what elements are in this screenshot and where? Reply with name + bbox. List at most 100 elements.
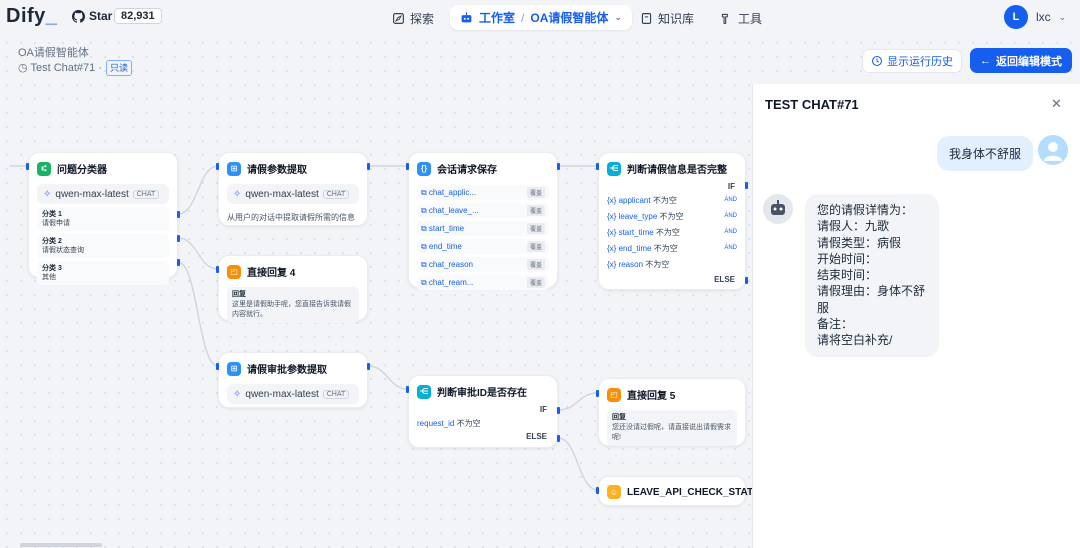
classifier-icon: ⑆ (37, 161, 51, 176)
node-direct-reply-4[interactable]: ◰ 直接回复 4 回复 这里是请假助手呢，您直接告诉我请假内容就行。 (218, 255, 368, 323)
node-input-port[interactable] (216, 266, 219, 273)
node-check-approval-id[interactable]: ⋲ 判断审批ID是否存在 IF request_id 不为空 ELSE (408, 375, 558, 448)
back-to-edit-button[interactable]: ← 返回编辑模式 (970, 48, 1072, 73)
overwrite-tag: 覆盖 (526, 277, 545, 288)
github-icon (72, 9, 85, 23)
and-label: AND (724, 245, 737, 251)
if-else-icon: ⋲ (417, 384, 431, 399)
variable-name: ⧉ end_time (421, 241, 462, 251)
nav-studio[interactable]: 工作室 / OA请假智能体 ⌄ (450, 5, 632, 30)
clock-icon (871, 55, 883, 67)
node-description: 从用户的对话中提取请假所需的信息 (227, 213, 355, 222)
chevron-down-icon[interactable]: ⌄ (614, 12, 622, 23)
overwrite-tag: 覆盖 (526, 259, 545, 270)
history-icon: ◷ (18, 62, 28, 74)
show-run-history-button[interactable]: 显示运行历史 (862, 49, 962, 73)
user-message: 我身体不舒服 (937, 136, 1034, 171)
variable-name: ⧉ chat_applic... (421, 187, 477, 197)
node-input-port[interactable] (406, 386, 409, 393)
variable-name: ⧉ chat_ream... (421, 277, 474, 287)
test-chat-panel: TEST CHAT#71 ✕ 我身体不舒服 您的请假详情为： 请假人：九歌 请假类型… (752, 84, 1080, 548)
node-question-classifier[interactable]: ⑆ 问题分类器 ✧ qwen-max-latest CHAT 分类 1 请假申请 分类 … (28, 152, 178, 285)
github-star-count: 82,931 (114, 8, 162, 24)
node-input-port[interactable] (406, 163, 409, 170)
node-output-port[interactable] (367, 363, 370, 370)
node-input-port[interactable] (216, 163, 219, 170)
robot-icon (461, 12, 472, 23)
close-icon[interactable]: ✕ (1051, 96, 1062, 112)
node-output-port[interactable] (177, 259, 180, 266)
class-item: 分类 3 其他 (37, 261, 169, 285)
bot-message-line: 请假人：九歌 (817, 219, 890, 234)
condition-row: {x} start_time 不为空 AND (607, 225, 737, 239)
node-output-port[interactable] (557, 435, 560, 442)
node-input-port[interactable] (26, 163, 29, 170)
api-tool-icon: ☺ (607, 485, 621, 499)
node-output-port[interactable] (557, 163, 560, 170)
node-input-port[interactable] (596, 390, 599, 397)
condition-operator: 不为空 (651, 243, 678, 253)
node-direct-reply-5[interactable]: ◰ 直接回复 5 回复 您还没请过假呢，请直接说出请假需求呢! (598, 378, 746, 446)
current-app-name[interactable]: OA请假智能体 (530, 9, 608, 26)
compass-icon (393, 12, 404, 24)
user-menu[interactable]: L lxc ⌄ (1004, 5, 1066, 29)
node-output-port[interactable] (367, 163, 370, 170)
canvas-scrollbar[interactable] (20, 543, 102, 547)
node-input-port[interactable] (596, 487, 599, 494)
reply-icon: ◰ (607, 387, 621, 402)
node-output-port[interactable] (177, 235, 180, 242)
condition-operator: 不为空 (657, 211, 684, 221)
class-item: 分类 1 请假申请 (37, 207, 169, 231)
if-else-icon: ⋲ (607, 161, 621, 176)
node-session-save[interactable]: {} 会话请求保存 ⧉ chat_applic... 覆盖 ⧉ chat_leave_… (408, 152, 558, 290)
node-output-port[interactable] (745, 182, 748, 189)
arrow-left-icon: ← (980, 54, 991, 67)
variable-list: ⧉ chat_applic... 覆盖 ⧉ chat_leave_... 覆盖 ⧉ st… (409, 185, 557, 290)
reply-content: 回复 这里是请假助手呢，您直接告诉我请假内容就行。 (227, 287, 359, 323)
extract-icon: ⊞ (227, 161, 241, 176)
chevron-down-icon: ⌄ (1058, 11, 1067, 22)
variable-row: ⧉ end_time 覆盖 (417, 239, 549, 254)
variable-row: ⧉ chat_ream... 覆盖 (417, 275, 549, 290)
class-item: 分类 2 请假状态查询 (37, 234, 169, 258)
condition-list: {x} applicant 不为空 AND {x} leave_type 不为空 AN… (599, 193, 745, 271)
node-input-port[interactable] (216, 363, 219, 370)
node-approval-param-extract[interactable]: ⊞ 请假审批参数提取 ✧ qwen-max-latest CHAT (218, 352, 368, 408)
reply-icon: ◰ (227, 264, 241, 279)
node-output-port[interactable] (177, 211, 180, 218)
readonly-badge: 只读 (106, 60, 133, 76)
node-output-port[interactable] (745, 277, 748, 284)
dify-logo[interactable]: Dify_ (6, 5, 57, 28)
user-avatar (1038, 135, 1068, 165)
variable-name: ⧉ chat_reason (421, 259, 473, 269)
logo-underscore: _ (45, 5, 58, 27)
condition-row: {x} leave_type 不为空 AND (607, 209, 737, 223)
and-label: AND (724, 229, 737, 235)
and-label: AND (724, 213, 737, 219)
github-star-button[interactable]: Star (72, 9, 112, 23)
nav-tools[interactable]: 工具 (720, 6, 762, 30)
node-input-port[interactable] (596, 163, 599, 170)
and-label: AND (724, 197, 737, 203)
bot-message: 您的请假详情为： 请假人：九歌 请假类型：病假 开始时间： 结束时间： 请假理由：身体不舒… (805, 194, 939, 357)
robot-icon (771, 200, 785, 215)
nav-explore[interactable]: 探索 (392, 6, 434, 30)
reply-content: 回复 您还没请过假呢，请直接说出请假需求呢! (607, 410, 737, 446)
nav-knowledge[interactable]: 知识库 (640, 6, 694, 30)
qwen-icon: ✧ (43, 188, 52, 200)
overwrite-tag: 覆盖 (526, 223, 545, 234)
node-output-port[interactable] (557, 407, 560, 414)
variable-name: ⧉ start_time (421, 223, 465, 233)
variable-row: ⧉ chat_applic... 覆盖 (417, 185, 549, 200)
condition-row: {x} applicant 不为空 AND (607, 193, 737, 207)
condition-variable: {x} start_time (607, 227, 654, 237)
condition-row: {x} reason 不为空 (607, 257, 737, 271)
node-check-leave-info[interactable]: ⋲ 判断请假信息是否完整 IF {x} applicant 不为空 AND {x} l… (598, 152, 746, 290)
hammer-icon (721, 13, 728, 24)
user-name: lxc (1036, 10, 1051, 24)
variable-row: ⧉ chat_leave_... 覆盖 (417, 203, 549, 218)
node-leave-api-check-status[interactable]: ☺ LEAVE_API_CHECK_STATUS (598, 476, 767, 506)
extract-icon: ⊞ (227, 361, 241, 376)
bot-message-line: 结束时间： (817, 268, 878, 283)
node-leave-param-extract[interactable]: ⊞ 请假参数提取 ✧ qwen-max-latest CHAT 从用户的对话中提取请假… (218, 152, 368, 226)
